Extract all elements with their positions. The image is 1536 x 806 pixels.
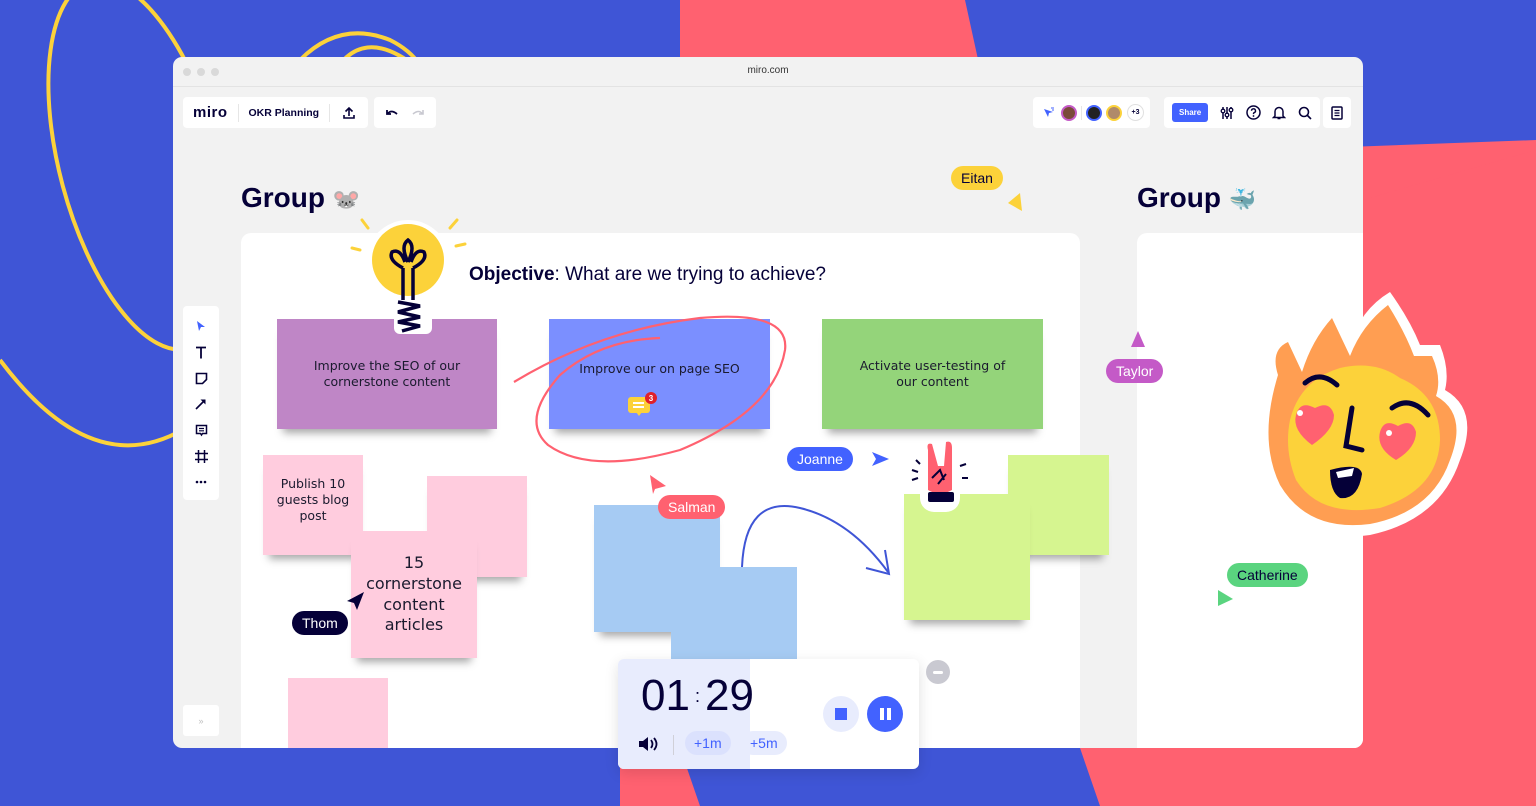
cursor-label-taylor: Taylor	[1106, 359, 1164, 383]
timer-seconds: 29	[704, 671, 754, 720]
cursor-label-catherine: Catherine	[1227, 563, 1308, 587]
curved-arrow	[741, 505, 889, 573]
cursor-label-salman: Salman	[658, 495, 726, 519]
pause-icon	[879, 708, 891, 720]
timer-minutes: 01	[641, 671, 690, 720]
volume-icon[interactable]	[638, 736, 660, 757]
eitan-cursor-icon	[1008, 193, 1022, 211]
add-1-minute-button[interactable]: +1m	[685, 731, 731, 755]
cursor-label-thom: Thom	[292, 611, 348, 635]
salman-cursor-icon	[650, 475, 666, 494]
cursor-label-joanne: Joanne	[787, 447, 853, 471]
timer-widget: 01 : 29 +1m +5m	[618, 659, 919, 769]
thom-cursor-icon	[347, 592, 364, 610]
joanne-cursor-icon	[872, 452, 889, 466]
add-5-minutes-button[interactable]: +5m	[741, 731, 787, 755]
stop-icon	[835, 708, 847, 720]
freehand-circle	[513, 315, 787, 463]
taylor-cursor-icon	[1131, 331, 1145, 347]
pause-timer-button[interactable]	[867, 696, 903, 732]
stop-timer-button[interactable]	[823, 696, 859, 732]
rock-hand-sticker	[911, 441, 968, 512]
timer-display: 01 : 29	[641, 671, 754, 720]
fire-love-sticker	[1257, 292, 1468, 537]
cursor-label-eitan: Eitan	[951, 166, 1003, 190]
arrow-head	[865, 549, 891, 576]
catherine-cursor-icon	[1218, 590, 1233, 606]
minimize-timer-button[interactable]	[926, 660, 950, 684]
lightbulb-sticker	[350, 218, 467, 334]
